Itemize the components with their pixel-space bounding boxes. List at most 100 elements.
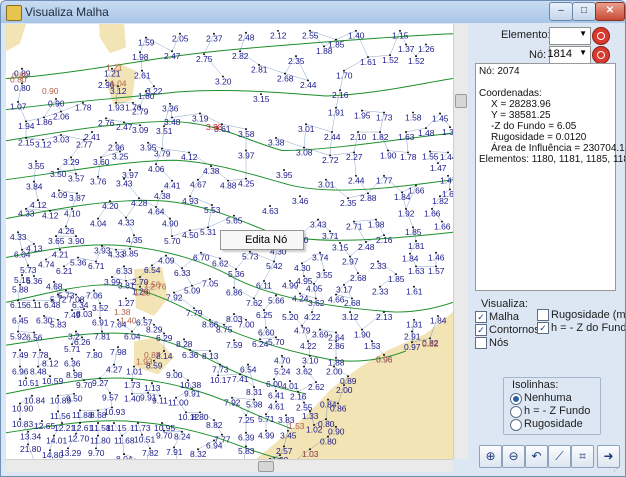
vertical-scroll-thumb[interactable] — [455, 94, 467, 108]
depth-node[interactable]: 4.33 — [10, 231, 27, 242]
depth-node[interactable]: 3.97 — [238, 149, 255, 161]
depth-node[interactable]: 4.90 — [162, 217, 179, 229]
depth-node[interactable]: 5.73 — [242, 250, 259, 262]
depth-node[interactable]: 3.65 — [48, 235, 65, 246]
depth-node[interactable]: 3.15 — [332, 241, 349, 253]
depth-node[interactable]: 1.63 — [408, 265, 425, 276]
depth-node[interactable]: 5.83 — [238, 445, 255, 456]
depth-node[interactable]: 7.25 — [238, 414, 255, 425]
malha-checkbox[interactable]: ✓ — [475, 311, 487, 323]
h-z-checkbox[interactable]: ✓ — [537, 322, 549, 334]
depth-node[interactable]: 1.40 — [348, 29, 365, 41]
locate-node-icon[interactable] — [592, 46, 610, 64]
depth-node[interactable]: 1.73 — [124, 379, 141, 390]
depth-node[interactable]: 7.92 — [166, 291, 183, 303]
depth-node[interactable]: 1.92 — [398, 207, 415, 219]
depth-node[interactable]: 1.26 — [418, 43, 435, 54]
depth-node[interactable]: 1.59 — [138, 36, 155, 48]
vertical-scrollbar[interactable] — [453, 24, 468, 459]
depth-node[interactable]: 3.62 — [308, 297, 325, 308]
depth-node[interactable]: 2.86 — [328, 340, 345, 351]
depth-node[interactable]: 5.92 — [10, 330, 27, 342]
depth-node[interactable]: 3.08 — [296, 146, 313, 158]
depth-node[interactable]: 4.04 — [90, 217, 107, 229]
depth-node[interactable]: 2.12 — [270, 29, 287, 41]
depth-node[interactable]: 11.15 — [106, 422, 127, 433]
depth-node[interactable]: 2.68 — [344, 297, 361, 308]
depth-node[interactable]: 4.99 — [282, 279, 299, 291]
depth-node[interactable]: 1.98 — [132, 51, 149, 62]
depth-node[interactable]: 6.45 — [12, 314, 29, 326]
depth-node[interactable]: 4.12 — [181, 151, 198, 162]
depth-node[interactable]: 5.53 — [204, 204, 221, 215]
depth-node[interactable]: 4.09 — [51, 189, 68, 200]
depth-node[interactable]: 2.97 — [342, 255, 359, 267]
depth-node[interactable]: 7.06 — [86, 289, 103, 301]
depth-node[interactable]: 5.98 — [246, 398, 263, 410]
depth-node[interactable]: 5.65 — [226, 214, 243, 226]
depth-node[interactable]: 4.99 — [258, 429, 275, 441]
depth-node[interactable]: 1.46 — [428, 251, 445, 263]
depth-node[interactable]: 1.02 — [306, 423, 323, 435]
depth-node[interactable]: 1.63 — [398, 131, 415, 142]
depth-node[interactable]: 4.61 — [268, 400, 285, 412]
depth-node[interactable]: 1.84 — [402, 252, 419, 264]
depth-node[interactable]: 4.21 — [52, 248, 69, 260]
elemento-combo[interactable]: ▼ — [549, 27, 591, 45]
contornos-checkbox[interactable]: ✓ — [475, 324, 487, 336]
no-combo[interactable]: 1814 ▼ — [548, 46, 591, 64]
depth-node[interactable]: 3.09 — [132, 124, 149, 135]
depth-node[interactable]: 5.36 — [228, 268, 245, 279]
nos-checkbox[interactable] — [475, 337, 487, 349]
depth-node[interactable]: 4.66 — [328, 293, 345, 305]
depth-node[interactable]: 6.29 — [156, 332, 173, 343]
depth-node[interactable]: 3.95 — [276, 169, 293, 180]
depth-node[interactable]: 6.21 — [56, 265, 73, 276]
depth-node[interactable]: 4.06 — [148, 163, 165, 174]
depth-node[interactable]: 3.50 — [50, 168, 67, 179]
depth-node[interactable]: 1.57 — [428, 265, 445, 276]
depth-node[interactable]: 2.00 — [336, 384, 353, 395]
depth-node[interactable]: 9.70 — [88, 447, 105, 458]
locate-element-icon[interactable] — [592, 27, 610, 45]
depth-node[interactable]: 3.79 — [154, 147, 171, 159]
depth-node[interactable]: 0.90 — [328, 425, 345, 437]
depth-node[interactable]: 2.47 — [164, 50, 181, 61]
depth-node[interactable]: 6.04 — [124, 330, 141, 342]
depth-node[interactable]: 3.62 — [296, 365, 313, 377]
depth-node[interactable]: 1.90 — [354, 328, 371, 340]
depth-node[interactable]: 1.78 — [400, 151, 417, 162]
depth-node[interactable]: 2.75 — [196, 53, 213, 64]
depth-node[interactable]: 2.44 — [300, 79, 317, 90]
depth-node[interactable]: 6.94 — [206, 439, 223, 451]
depth-node[interactable]: 1.48 — [418, 127, 435, 138]
depth-node[interactable]: 2.06 — [53, 110, 70, 122]
depth-node[interactable]: 1.40 — [124, 392, 141, 404]
depth-node[interactable]: 1.84 — [430, 314, 447, 326]
depth-node[interactable]: 1.01 — [126, 365, 143, 377]
depth-node[interactable]: 4.12 — [42, 209, 59, 221]
depth-node[interactable]: 9.00 — [166, 369, 183, 380]
depth-node[interactable]: 1.76 — [125, 101, 142, 113]
depth-node[interactable]: 3.20 — [215, 75, 232, 87]
title-bar[interactable]: Visualiza Malha – □ ✕ — [1, 1, 625, 23]
depth-node[interactable]: 1.47 — [430, 162, 447, 173]
depth-node[interactable]: 4.67 — [190, 178, 207, 190]
depth-node[interactable]: 0.80 — [320, 435, 337, 447]
depth-node[interactable]: 4.05 — [306, 282, 323, 294]
depth-node[interactable]: 10.51 — [134, 433, 156, 445]
mesh-grid-button[interactable]: ⌗ — [571, 445, 594, 468]
depth-node[interactable]: 3.69 — [312, 328, 329, 340]
depth-node[interactable]: 2.16 — [332, 89, 349, 100]
isolinhas-hz-radio[interactable] — [510, 406, 522, 418]
depth-node[interactable]: 8.75 — [216, 323, 233, 335]
depth-node[interactable]: 3.46 — [292, 195, 309, 206]
zoom-in-button[interactable]: ⊕ — [479, 445, 502, 468]
close-button[interactable]: ✕ — [595, 2, 625, 21]
depth-node[interactable]: 7.49 — [12, 349, 29, 360]
depth-node[interactable]: 3.55 — [316, 269, 333, 280]
depth-node[interactable]: 2.44 — [348, 174, 365, 186]
depth-node[interactable]: 3.58 — [238, 128, 255, 139]
depth-node[interactable]: 0.97 — [404, 341, 421, 352]
depth-node[interactable]: 3.76 — [90, 175, 107, 187]
